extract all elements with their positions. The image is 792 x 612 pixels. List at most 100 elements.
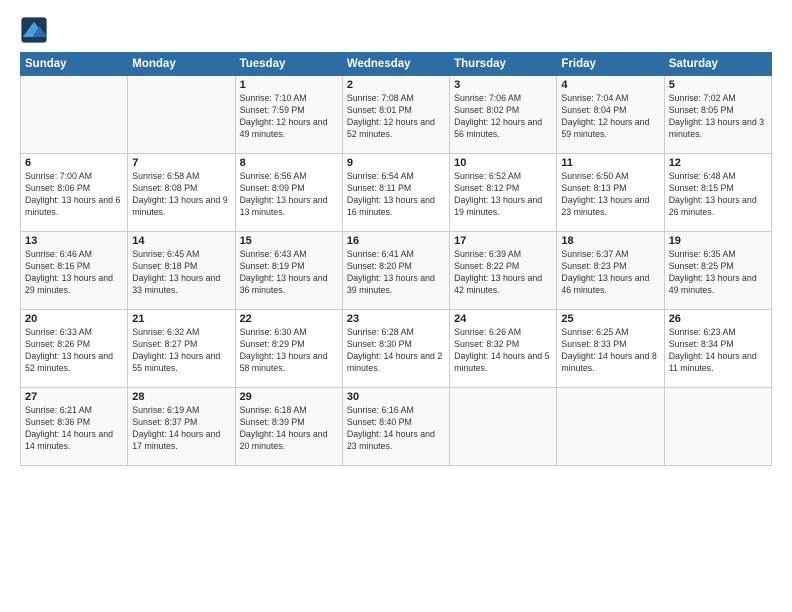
day-cell: 21 Sunrise: 6:32 AM Sunset: 8:27 PM Dayli… (128, 310, 235, 388)
day-info: Sunrise: 6:56 AM Sunset: 8:09 PM Dayligh… (240, 171, 338, 219)
day-info: Sunrise: 6:32 AM Sunset: 8:27 PM Dayligh… (132, 327, 230, 375)
day-number: 6 (25, 157, 123, 169)
header (20, 16, 772, 44)
day-info: Sunrise: 7:10 AM Sunset: 7:59 PM Dayligh… (240, 93, 338, 141)
day-info: Sunrise: 6:46 AM Sunset: 8:16 PM Dayligh… (25, 249, 123, 297)
day-number: 22 (240, 313, 338, 325)
day-info: Sunrise: 6:26 AM Sunset: 8:32 PM Dayligh… (454, 327, 552, 375)
day-number: 7 (132, 157, 230, 169)
day-cell: 28Sunrise: 6:19 AM Sunset: 8:37 PM Dayli… (128, 388, 235, 466)
week-row-5: 27 Sunrise: 6:21 AM Sunset: 8:36 PM Dayli… (21, 388, 772, 466)
day-cell: 8Sunrise: 6:56 AM Sunset: 8:09 PM Daylig… (235, 154, 342, 232)
day-number: 25 (561, 313, 659, 325)
day-number: 2 (347, 79, 445, 91)
column-header-friday: Friday (557, 53, 664, 76)
day-info: Sunrise: 6:48 AM Sunset: 8:15 PM Dayligh… (669, 171, 767, 219)
week-row-3: 13 Sunrise: 6:46 AM Sunset: 8:16 PM Dayli… (21, 232, 772, 310)
day-info: Sunrise: 6:45 AM Sunset: 8:18 PM Dayligh… (132, 249, 230, 297)
day-number: 23 (347, 313, 445, 325)
day-info: Sunrise: 6:30 AM Sunset: 8:29 PM Dayligh… (240, 327, 338, 375)
column-header-saturday: Saturday (664, 53, 771, 76)
day-cell: 15 Sunrise: 6:43 AM Sunset: 8:19 PM Dayli… (235, 232, 342, 310)
day-cell: 4 Sunrise: 7:04 AM Sunset: 8:04 PM Daylig… (557, 76, 664, 154)
day-info: Sunrise: 6:37 AM Sunset: 8:23 PM Dayligh… (561, 249, 659, 297)
day-number: 4 (561, 79, 659, 91)
day-info: Sunrise: 6:18 AM Sunset: 8:39 PM Dayligh… (240, 405, 338, 453)
week-row-2: 6Sunrise: 7:00 AM Sunset: 8:06 PM Daylig… (21, 154, 772, 232)
day-cell (21, 76, 128, 154)
day-info: Sunrise: 6:52 AM Sunset: 8:12 PM Dayligh… (454, 171, 552, 219)
day-cell: 5 Sunrise: 7:02 AM Sunset: 8:05 PM Daylig… (664, 76, 771, 154)
day-cell: 2 Sunrise: 7:08 AM Sunset: 8:01 PM Daylig… (342, 76, 449, 154)
column-header-tuesday: Tuesday (235, 53, 342, 76)
day-info: Sunrise: 7:04 AM Sunset: 8:04 PM Dayligh… (561, 93, 659, 141)
day-cell: 16Sunrise: 6:41 AM Sunset: 8:20 PM Dayli… (342, 232, 449, 310)
day-info: Sunrise: 6:23 AM Sunset: 8:34 PM Dayligh… (669, 327, 767, 375)
day-cell (128, 76, 235, 154)
day-cell: 18 Sunrise: 6:37 AM Sunset: 8:23 PM Dayli… (557, 232, 664, 310)
day-number: 1 (240, 79, 338, 91)
day-cell: 24 Sunrise: 6:26 AM Sunset: 8:32 PM Dayli… (450, 310, 557, 388)
day-cell: 14 Sunrise: 6:45 AM Sunset: 8:18 PM Dayli… (128, 232, 235, 310)
day-number: 13 (25, 235, 123, 247)
day-cell (450, 388, 557, 466)
day-number: 30 (347, 391, 445, 403)
day-info: Sunrise: 7:06 AM Sunset: 8:02 PM Dayligh… (454, 93, 552, 141)
day-cell: 19Sunrise: 6:35 AM Sunset: 8:25 PM Dayli… (664, 232, 771, 310)
day-number: 18 (561, 235, 659, 247)
day-info: Sunrise: 6:21 AM Sunset: 8:36 PM Dayligh… (25, 405, 123, 453)
column-header-monday: Monday (128, 53, 235, 76)
day-number: 3 (454, 79, 552, 91)
day-number: 10 (454, 157, 552, 169)
day-info: Sunrise: 6:41 AM Sunset: 8:20 PM Dayligh… (347, 249, 445, 297)
day-cell: 23 Sunrise: 6:28 AM Sunset: 8:30 PM Dayli… (342, 310, 449, 388)
day-cell: 1 Sunrise: 7:10 AM Sunset: 7:59 PM Daylig… (235, 76, 342, 154)
day-number: 5 (669, 79, 767, 91)
column-header-thursday: Thursday (450, 53, 557, 76)
day-info: Sunrise: 6:58 AM Sunset: 8:08 PM Dayligh… (132, 171, 230, 219)
day-info: Sunrise: 6:43 AM Sunset: 8:19 PM Dayligh… (240, 249, 338, 297)
day-info: Sunrise: 6:33 AM Sunset: 8:26 PM Dayligh… (25, 327, 123, 375)
day-number: 20 (25, 313, 123, 325)
day-cell: 7 Sunrise: 6:58 AM Sunset: 8:08 PM Daylig… (128, 154, 235, 232)
day-number: 9 (347, 157, 445, 169)
day-cell: 27 Sunrise: 6:21 AM Sunset: 8:36 PM Dayli… (21, 388, 128, 466)
day-cell: 3 Sunrise: 7:06 AM Sunset: 8:02 PM Daylig… (450, 76, 557, 154)
day-number: 27 (25, 391, 123, 403)
day-number: 19 (669, 235, 767, 247)
day-cell: 10 Sunrise: 6:52 AM Sunset: 8:12 PM Dayli… (450, 154, 557, 232)
day-cell: 26 Sunrise: 6:23 AM Sunset: 8:34 PM Dayli… (664, 310, 771, 388)
day-cell: 25Sunrise: 6:25 AM Sunset: 8:33 PM Dayli… (557, 310, 664, 388)
logo (20, 16, 52, 44)
day-cell: 22 Sunrise: 6:30 AM Sunset: 8:29 PM Dayli… (235, 310, 342, 388)
day-info: Sunrise: 6:54 AM Sunset: 8:11 PM Dayligh… (347, 171, 445, 219)
day-number: 15 (240, 235, 338, 247)
day-cell: 29 Sunrise: 6:18 AM Sunset: 8:39 PM Dayli… (235, 388, 342, 466)
day-number: 14 (132, 235, 230, 247)
header-row: SundayMondayTuesdayWednesdayThursdayFrid… (21, 53, 772, 76)
day-cell: 12 Sunrise: 6:48 AM Sunset: 8:15 PM Dayli… (664, 154, 771, 232)
day-cell: 9 Sunrise: 6:54 AM Sunset: 8:11 PM Daylig… (342, 154, 449, 232)
day-number: 17 (454, 235, 552, 247)
day-info: Sunrise: 7:02 AM Sunset: 8:05 PM Dayligh… (669, 93, 767, 141)
day-cell: 17Sunrise: 6:39 AM Sunset: 8:22 PM Dayli… (450, 232, 557, 310)
day-number: 21 (132, 313, 230, 325)
day-number: 24 (454, 313, 552, 325)
day-info: Sunrise: 6:50 AM Sunset: 8:13 PM Dayligh… (561, 171, 659, 219)
week-row-4: 20 Sunrise: 6:33 AM Sunset: 8:26 PM Dayli… (21, 310, 772, 388)
day-info: Sunrise: 6:16 AM Sunset: 8:40 PM Dayligh… (347, 405, 445, 453)
day-cell: 6Sunrise: 7:00 AM Sunset: 8:06 PM Daylig… (21, 154, 128, 232)
day-info: Sunrise: 7:08 AM Sunset: 8:01 PM Dayligh… (347, 93, 445, 141)
day-info: Sunrise: 6:19 AM Sunset: 8:37 PM Dayligh… (132, 405, 230, 453)
day-number: 26 (669, 313, 767, 325)
day-cell (664, 388, 771, 466)
logo-icon (20, 16, 48, 44)
column-header-wednesday: Wednesday (342, 53, 449, 76)
day-info: Sunrise: 6:28 AM Sunset: 8:30 PM Dayligh… (347, 327, 445, 375)
day-cell: 11Sunrise: 6:50 AM Sunset: 8:13 PM Dayli… (557, 154, 664, 232)
day-number: 12 (669, 157, 767, 169)
day-cell: 13 Sunrise: 6:46 AM Sunset: 8:16 PM Dayli… (21, 232, 128, 310)
day-number: 29 (240, 391, 338, 403)
day-cell: 30 Sunrise: 6:16 AM Sunset: 8:40 PM Dayli… (342, 388, 449, 466)
day-cell (557, 388, 664, 466)
